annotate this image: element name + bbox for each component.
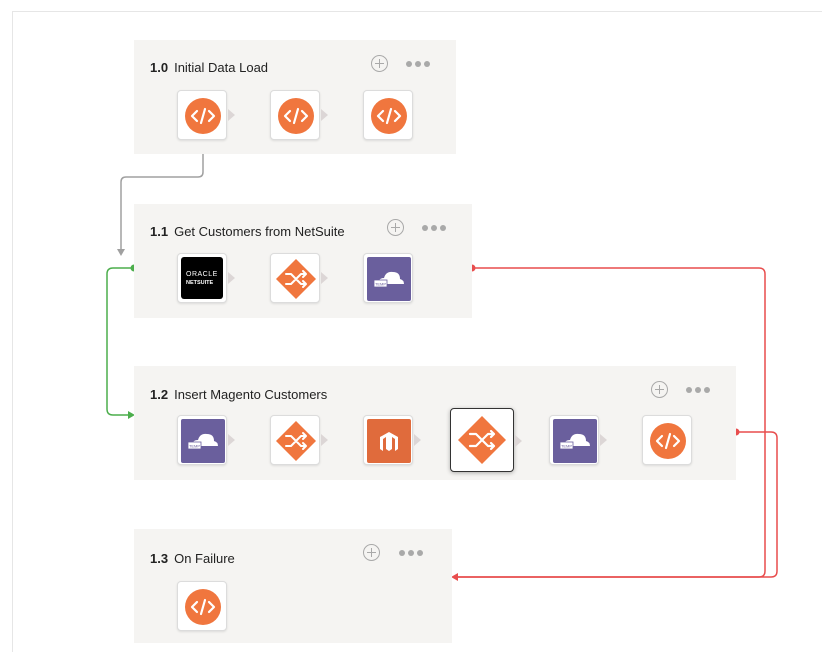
operation-on-failure[interactable]: 1.3 On Failure: [134, 529, 452, 643]
step-script[interactable]: [642, 415, 692, 465]
step-script[interactable]: [363, 90, 413, 140]
temp-label: TEMP: [375, 282, 386, 287]
more-options-icon[interactable]: [399, 549, 423, 557]
step-temp-storage[interactable]: TEMP: [177, 415, 235, 465]
operation-number: 1.2: [150, 387, 169, 402]
add-step-icon[interactable]: [371, 55, 388, 72]
operation-title: 1.3 On Failure: [150, 551, 235, 566]
step-transformation[interactable]: [270, 415, 328, 465]
add-step-icon[interactable]: [387, 219, 404, 236]
netsuite-logo-line2: NETSUITE: [186, 280, 214, 286]
step-transformation-selected[interactable]: [450, 408, 522, 472]
step-temp-storage[interactable]: TEMP: [549, 415, 607, 465]
more-options-icon[interactable]: [422, 224, 446, 232]
step-temp-storage[interactable]: TEMP: [363, 253, 413, 303]
operation-number: 1.0: [150, 60, 169, 75]
temp-label: TEMP: [561, 444, 572, 449]
success-connector-1-1-to-1-2: [106, 267, 134, 416]
more-options-icon[interactable]: [686, 386, 710, 394]
operation-number: 1.3: [150, 551, 169, 566]
operation-name: Initial Data Load: [174, 60, 269, 75]
operation-title: 1.1 Get Customers from NetSuite: [150, 224, 345, 239]
step-magento[interactable]: [363, 415, 421, 465]
failure-connector-arrow: [451, 573, 458, 581]
add-step-icon[interactable]: [651, 381, 668, 398]
step-script[interactable]: [177, 581, 227, 631]
operation-title: 1.0 Initial Data Load: [150, 60, 268, 75]
step-script[interactable]: [177, 90, 235, 140]
operation-initial-data-load[interactable]: 1.0 Initial Data Load: [134, 40, 456, 154]
operation-get-customers[interactable]: 1.1 Get Customers from NetSuite ORACLE NET…: [134, 204, 472, 318]
more-options-icon[interactable]: [406, 60, 430, 68]
operation-number: 1.1: [150, 224, 169, 239]
step-netsuite[interactable]: ORACLE NETSUITE: [177, 253, 235, 303]
operation-insert-magento[interactable]: 1.2 Insert Magento Customers TEMP TEMP: [134, 366, 736, 480]
temp-label: TEMP: [189, 444, 200, 449]
operation-name: Get Customers from NetSuite: [174, 224, 345, 239]
netsuite-icon: ORACLE NETSUITE: [181, 257, 223, 299]
operation-name: On Failure: [174, 551, 235, 566]
operation-title: 1.2 Insert Magento Customers: [150, 387, 327, 402]
step-transformation[interactable]: [270, 253, 328, 303]
flow-connector-arrow: [117, 249, 125, 256]
step-script[interactable]: [270, 90, 328, 140]
add-step-icon[interactable]: [363, 544, 380, 561]
operation-name: Insert Magento Customers: [174, 387, 328, 402]
netsuite-logo-line1: ORACLE: [186, 271, 218, 278]
